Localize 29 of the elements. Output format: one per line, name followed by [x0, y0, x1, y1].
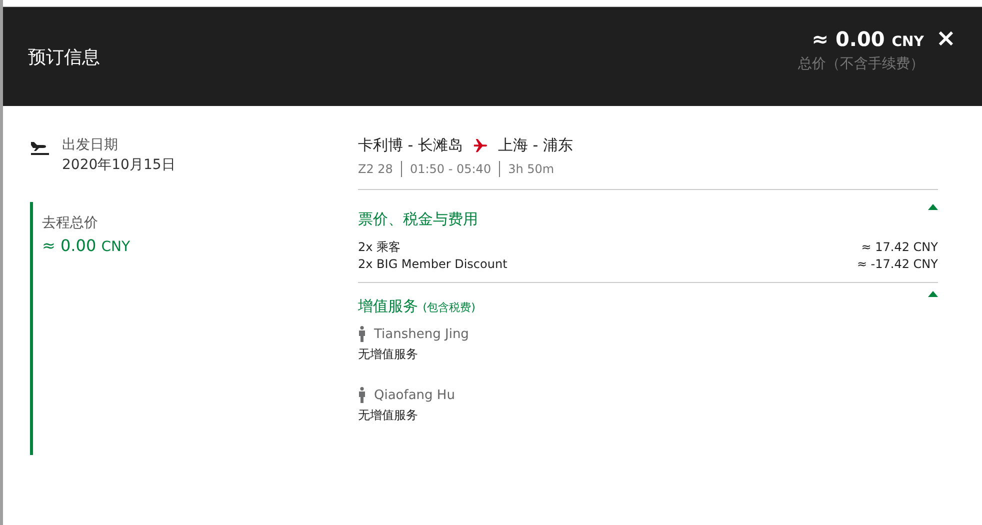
- total-price: ≈ 0.00 CNY: [812, 26, 924, 50]
- close-button[interactable]: ×: [936, 26, 956, 48]
- outbound-total-price: ≈ 0.00 CNY: [42, 236, 130, 255]
- service-status: 无增值服务: [358, 346, 419, 363]
- caret-icon[interactable]: [928, 204, 938, 210]
- price-note: 总价（不含手续费）: [798, 54, 924, 72]
- service-status: 无增值服务: [358, 407, 419, 424]
- plane-icon: [472, 138, 488, 153]
- fare-amount: ≈ -17.42 CNY: [856, 256, 938, 273]
- person-icon: [358, 387, 366, 403]
- departure-date: 2020年10月15日: [62, 156, 176, 174]
- flight-detail: 3h 50m: [508, 162, 554, 176]
- destination-city: 上海 - 浦东: [498, 136, 573, 155]
- person-icon: [358, 326, 366, 342]
- passenger-name: Tiansheng Jing: [374, 326, 469, 342]
- flight-detail: 01:50 - 05:40: [410, 162, 492, 176]
- origin-city: 卡利博 - 长滩岛: [358, 136, 463, 155]
- departing-plane-icon: [30, 139, 50, 155]
- dialog-title: 预订信息: [28, 46, 100, 68]
- section-title: 增值服务 (包含税费): [358, 297, 476, 316]
- departure-label: 出发日期: [62, 136, 119, 154]
- passenger-name: Qiaofang Hu: [374, 388, 455, 402]
- outbound-total-label: 去程总价: [42, 214, 98, 232]
- section-title: 票价、税金与费用: [358, 210, 478, 229]
- flight-detail: Z2 28: [358, 162, 393, 176]
- fare-label: 2x BIG Member Discount: [358, 256, 508, 273]
- fare-label: 2x 乘客: [358, 239, 401, 256]
- caret-icon[interactable]: [928, 291, 938, 297]
- fare-amount: ≈ 17.42 CNY: [861, 239, 938, 256]
